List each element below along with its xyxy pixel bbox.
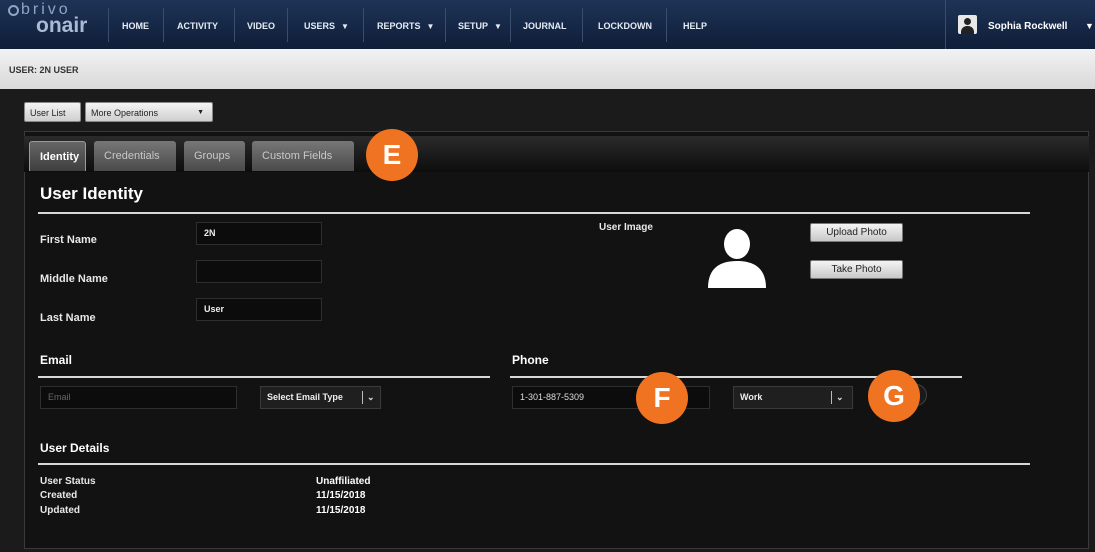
user-avatar-icon xyxy=(958,15,977,34)
top-nav-bar: brivo onair HOME ACTIVITY VIDEO USERS ▼ R… xyxy=(0,0,1095,49)
phone-type-value: Work xyxy=(740,392,763,402)
detail-label-updated: Updated xyxy=(40,505,80,516)
nav-setup[interactable]: SETUP ▼ xyxy=(458,0,502,49)
select-separator xyxy=(362,391,363,404)
email-type-value: Select Email Type xyxy=(267,392,343,402)
nav-divider xyxy=(510,8,511,42)
logo-ring-icon xyxy=(8,5,19,16)
more-operations-dropdown[interactable]: More Operations ▼ xyxy=(85,102,213,122)
tab-custom-fields[interactable]: Custom Fields xyxy=(252,141,354,171)
user-menu[interactable]: Sophia Rockwell ▼ xyxy=(945,0,1095,49)
dropdown-arrow-icon: ▼ xyxy=(426,22,435,31)
dropdown-arrow-icon: ▼ xyxy=(494,22,502,31)
section-title-phone: Phone xyxy=(512,353,549,367)
dropdown-arrow-icon: ▼ xyxy=(197,109,204,116)
tab-credentials[interactable]: Credentials xyxy=(94,141,176,171)
user-name: Sophia Rockwell xyxy=(988,21,1068,32)
more-operations-label: More Operations xyxy=(91,108,159,118)
email-field[interactable]: Email xyxy=(40,386,237,409)
nav-divider xyxy=(163,8,164,42)
detail-value-created: 11/15/2018 xyxy=(316,490,366,501)
nav-divider xyxy=(234,8,235,42)
nav-reports[interactable]: REPORTS ▼ xyxy=(377,0,434,49)
nav-home[interactable]: HOME xyxy=(122,0,149,49)
tab-groups[interactable]: Groups xyxy=(184,141,245,171)
detail-label-user-status: User Status xyxy=(40,476,96,487)
phone-type-select[interactable]: Work ⌄ xyxy=(733,386,853,409)
nav-activity[interactable]: ACTIVITY xyxy=(177,0,218,49)
nav-help[interactable]: HELP xyxy=(683,0,707,49)
brivo-onair-logo[interactable]: brivo onair xyxy=(8,2,87,36)
detail-label-created: Created xyxy=(40,490,78,501)
nav-users[interactable]: USERS ▼ xyxy=(304,0,349,49)
chevron-down-icon: ⌄ xyxy=(836,392,844,402)
first-name-label: First Name xyxy=(40,234,97,246)
section-title-user-identity: User Identity xyxy=(40,184,143,203)
breadcrumb: USER: 2N USER xyxy=(9,65,79,75)
user-list-button[interactable]: User List xyxy=(24,102,81,122)
last-name-field[interactable]: User xyxy=(196,298,322,321)
breadcrumb-bar: USER: 2N USER xyxy=(0,49,1095,89)
section-divider xyxy=(38,463,1030,465)
section-divider xyxy=(38,376,490,378)
dropdown-arrow-icon: ▼ xyxy=(341,22,349,31)
nav-journal[interactable]: JOURNAL xyxy=(523,0,567,49)
nav-divider xyxy=(445,8,446,42)
user-silhouette-icon xyxy=(708,229,766,288)
middle-name-field[interactable] xyxy=(196,260,322,283)
nav-setup-label: SETUP xyxy=(458,21,489,31)
section-title-email: Email xyxy=(40,353,73,367)
take-photo-button[interactable]: Take Photo xyxy=(810,260,903,279)
upload-photo-button[interactable]: Upload Photo xyxy=(810,223,903,242)
logo-text-bottom: onair xyxy=(36,14,88,37)
tab-identity[interactable]: Identity xyxy=(29,141,86,171)
callout-badge-g: G xyxy=(868,370,920,422)
callout-badge-f: F xyxy=(636,372,688,424)
nav-lockdown[interactable]: LOCKDOWN xyxy=(598,0,652,49)
chevron-down-icon: ▼ xyxy=(1085,21,1094,31)
last-name-label: Last Name xyxy=(40,312,96,324)
nav-divider xyxy=(666,8,667,42)
nav-divider xyxy=(108,8,109,42)
section-title-user-details: User Details xyxy=(40,441,110,455)
nav-users-label: USERS xyxy=(304,21,336,31)
user-image-label: User Image xyxy=(599,222,653,233)
nav-divider xyxy=(582,8,583,42)
nav-divider xyxy=(363,8,364,42)
first-name-field[interactable]: 2N xyxy=(196,222,322,245)
middle-name-label: Middle Name xyxy=(40,273,108,285)
detail-value-updated: 11/15/2018 xyxy=(316,505,366,516)
user-detail-panel xyxy=(24,131,1089,549)
email-type-select[interactable]: Select Email Type ⌄ xyxy=(260,386,381,409)
callout-badge-e: E xyxy=(366,129,418,181)
chevron-down-icon: ⌄ xyxy=(367,392,375,402)
nav-reports-label: REPORTS xyxy=(377,21,421,31)
nav-divider xyxy=(287,8,288,42)
section-divider xyxy=(38,212,1030,214)
select-separator xyxy=(831,391,832,404)
detail-value-user-status: Unaffiliated xyxy=(316,476,371,487)
nav-video[interactable]: VIDEO xyxy=(247,0,275,49)
